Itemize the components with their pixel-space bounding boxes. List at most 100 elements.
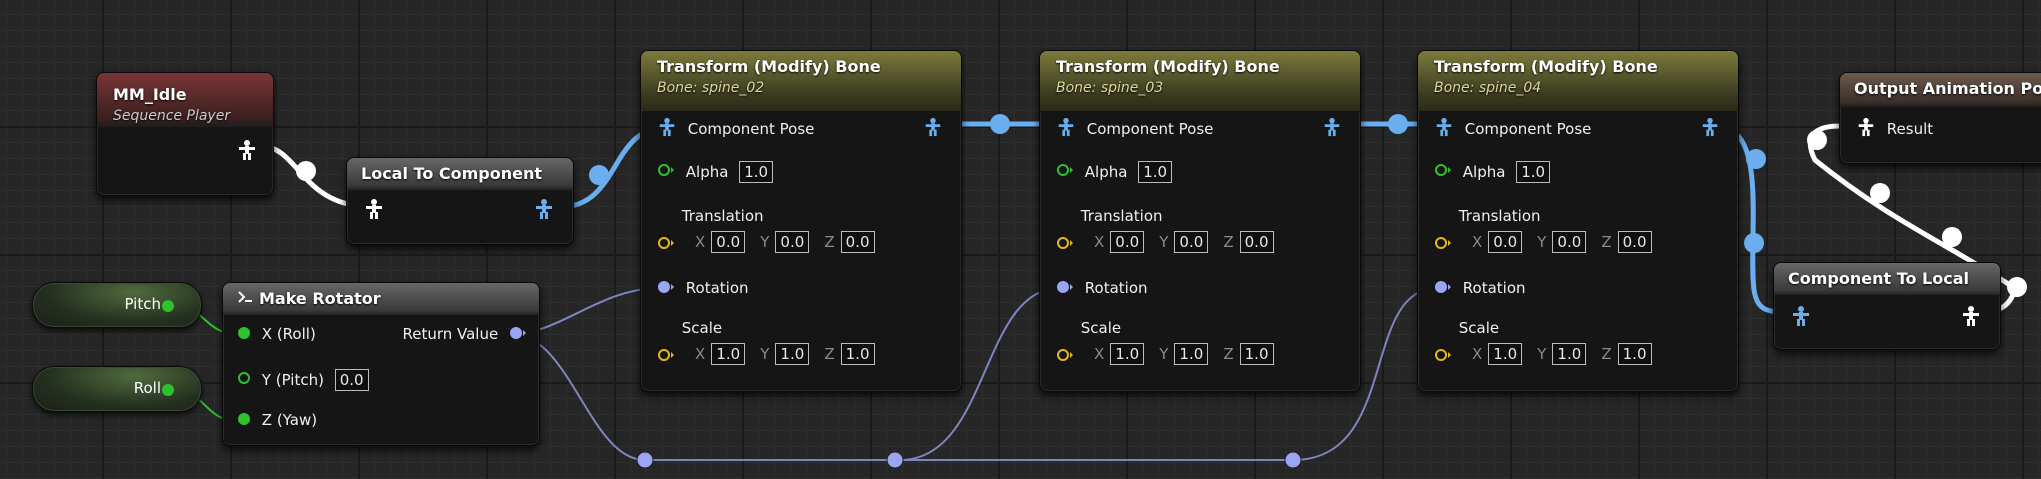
- component-pose-input-pin-icon[interactable]: [1434, 117, 1454, 141]
- scale-y-field[interactable]: 1.0: [1174, 343, 1209, 365]
- node-header: Transform (Modify) Bone Bone: spine_02: [641, 51, 961, 111]
- scale-x-field[interactable]: 1.0: [1488, 343, 1523, 365]
- vector-input-pin-icon[interactable]: [1056, 347, 1076, 366]
- vector-input-pin-icon[interactable]: [1434, 347, 1454, 366]
- scale-row: Scale: [657, 319, 722, 337]
- component-to-local-node[interactable]: Component To Local: [1773, 262, 2001, 350]
- translation-y-field[interactable]: 0.0: [1174, 231, 1209, 253]
- node-title: Transform (Modify) Bone: [657, 57, 881, 76]
- pitch-value-field[interactable]: 0.0: [334, 369, 369, 391]
- node-header: Transform (Modify) Bone Bone: spine_03: [1040, 51, 1360, 111]
- make-rotator-node[interactable]: Make Rotator X (Roll) Y (Pitch) 0.0 Z (Y…: [222, 282, 540, 446]
- scale-fields: X 1.0 Y 1.0 Z 1.0: [1094, 343, 1274, 365]
- axis-z-label: Z: [1601, 345, 1612, 363]
- vector-input-pin-icon[interactable]: [1434, 235, 1454, 254]
- scale-z-field[interactable]: 1.0: [1617, 343, 1652, 365]
- float-input-pin-icon[interactable]: [1434, 163, 1454, 181]
- vector-input-pin-icon[interactable]: [1056, 235, 1076, 254]
- node-title: Transform (Modify) Bone: [1056, 57, 1280, 76]
- translation-y-field[interactable]: 0.0: [1552, 231, 1587, 253]
- rotator-input-pin-icon[interactable]: [657, 280, 677, 298]
- float-input-pin-icon[interactable]: [657, 163, 677, 181]
- pin-label: Component Pose: [1464, 119, 1592, 138]
- transform-modify-bone-node-1[interactable]: Transform (Modify) Bone Bone: spine_02 C…: [640, 50, 962, 392]
- alpha-field[interactable]: 1.0: [1516, 161, 1551, 183]
- pin-label: Scale: [1080, 319, 1122, 337]
- alpha-field[interactable]: 1.0: [739, 161, 774, 183]
- local-to-component-node[interactable]: Local To Component: [346, 157, 574, 245]
- scale-y-field[interactable]: 1.0: [775, 343, 810, 365]
- pitch-variable-node[interactable]: Pitch: [32, 282, 202, 328]
- vector-input-pin-icon[interactable]: [657, 347, 677, 366]
- reroute-node[interactable]: [1284, 451, 1302, 469]
- scale-x-field[interactable]: 1.0: [1110, 343, 1145, 365]
- translation-fields: X 0.0 Y 0.0 Z 0.0: [695, 231, 875, 253]
- component-pose-output-pin-icon[interactable]: [533, 198, 555, 224]
- vector-input-pin-icon[interactable]: [657, 235, 677, 254]
- rotator-input-pin-icon[interactable]: [1434, 280, 1454, 298]
- wire-knot: [2007, 277, 2027, 297]
- roll-variable-node[interactable]: Roll: [32, 366, 202, 412]
- pose-input-pin-icon[interactable]: [1856, 117, 1876, 141]
- wire-knot: [990, 114, 1010, 134]
- scale-row: Scale: [1056, 319, 1121, 337]
- scale-row: Scale: [1434, 319, 1499, 337]
- translation-x-field[interactable]: 0.0: [711, 231, 746, 253]
- alpha-row: Alpha 1.0: [657, 161, 774, 183]
- axis-y-label: Y: [1537, 233, 1547, 251]
- pin-label: Scale: [681, 319, 723, 337]
- pose-output-pin-icon[interactable]: [236, 139, 258, 165]
- return-value-row: Return Value: [402, 325, 527, 344]
- rotator-output-pin-icon[interactable]: [509, 326, 527, 344]
- node-header: MM_Idle Sequence Player: [97, 73, 273, 127]
- pin-label: Translation: [1080, 207, 1163, 225]
- scale-fields: X 1.0 Y 1.0 Z 1.0: [1472, 343, 1652, 365]
- component-pose-input-pin-icon[interactable]: [1056, 117, 1076, 141]
- translation-x-field[interactable]: 0.0: [1488, 231, 1523, 253]
- sequence-player-node[interactable]: MM_Idle Sequence Player: [96, 72, 274, 196]
- transform-modify-bone-node-2[interactable]: Transform (Modify) Bone Bone: spine_03 C…: [1039, 50, 1361, 392]
- translation-z-field[interactable]: 0.0: [840, 231, 875, 253]
- pin-label: Return Value: [402, 325, 499, 343]
- translation-y-field[interactable]: 0.0: [775, 231, 810, 253]
- rotator-input-pin-icon[interactable]: [1056, 280, 1076, 298]
- component-pose-output-pin-icon[interactable]: [923, 117, 943, 141]
- wire-knot: [296, 161, 316, 181]
- node-title: Output Animation Pose: [1854, 79, 2041, 98]
- node-title: Local To Component: [361, 164, 543, 183]
- float-input-pin-icon[interactable]: [237, 326, 251, 344]
- translation-row: Translation: [1434, 207, 1541, 225]
- component-pose-output-pin-icon[interactable]: [1322, 117, 1342, 141]
- transform-modify-bone-node-3[interactable]: Transform (Modify) Bone Bone: spine_04 C…: [1417, 50, 1739, 392]
- axis-y-label: Y: [760, 233, 770, 251]
- scale-z-field[interactable]: 1.0: [840, 343, 875, 365]
- float-input-pin-icon[interactable]: [237, 412, 251, 430]
- alpha-field[interactable]: 1.0: [1138, 161, 1173, 183]
- axis-x-label: X: [695, 233, 706, 251]
- pose-input-pin-icon[interactable]: [363, 198, 385, 224]
- reroute-node[interactable]: [886, 451, 904, 469]
- axis-y-label: Y: [1159, 233, 1169, 251]
- float-output-pin-icon[interactable]: [161, 382, 175, 401]
- scale-z-field[interactable]: 1.0: [1239, 343, 1274, 365]
- float-input-pin-icon[interactable]: [1056, 163, 1076, 181]
- wire-knot: [1942, 227, 1962, 247]
- reroute-node[interactable]: [636, 451, 654, 469]
- component-pose-input-pin-icon[interactable]: [657, 117, 677, 141]
- pose-output-pin-icon[interactable]: [1960, 305, 1982, 331]
- translation-x-field[interactable]: 0.0: [1110, 231, 1145, 253]
- bone-name: Bone: spine_03: [1056, 80, 1164, 96]
- scale-x-field[interactable]: 1.0: [711, 343, 746, 365]
- component-pose-input-pin-icon[interactable]: [1790, 305, 1812, 331]
- axis-y-label: Y: [760, 345, 770, 363]
- output-animation-pose-node[interactable]: Output Animation Pose Result: [1839, 72, 2041, 164]
- component-pose-output-pin-icon[interactable]: [1700, 117, 1720, 141]
- wire-knot: [1744, 233, 1764, 253]
- translation-z-field[interactable]: 0.0: [1239, 231, 1274, 253]
- float-output-pin-icon[interactable]: [161, 298, 175, 317]
- scale-y-field[interactable]: 1.0: [1552, 343, 1587, 365]
- translation-z-field[interactable]: 0.0: [1617, 231, 1652, 253]
- float-input-pin-icon[interactable]: [237, 371, 251, 389]
- wire-knot: [1746, 149, 1766, 169]
- node-subtitle: Sequence Player: [113, 108, 231, 124]
